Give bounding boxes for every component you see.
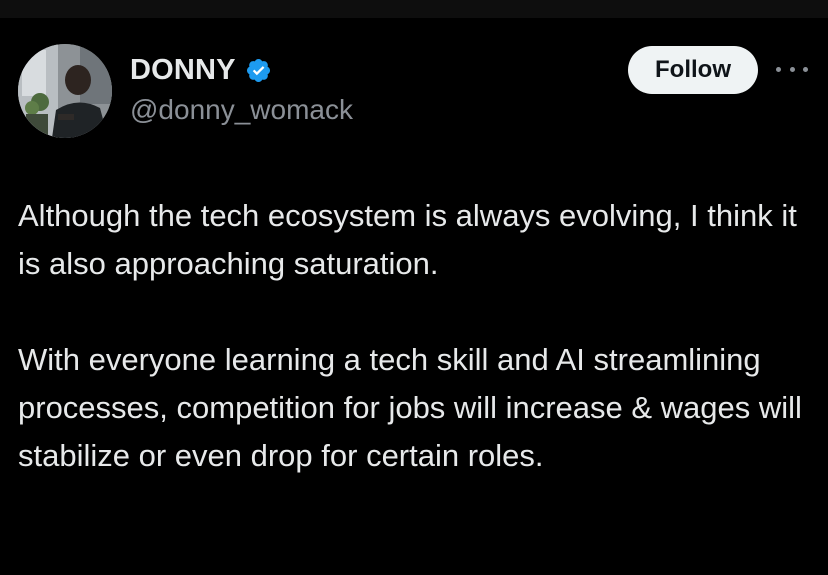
follow-button[interactable]: Follow <box>628 46 758 94</box>
tweet-paragraph: Although the tech ecosystem is always ev… <box>18 198 797 281</box>
more-options-icon[interactable] <box>776 61 808 77</box>
author-handle[interactable]: @donny_womack <box>130 94 353 126</box>
tweet-header: DONNY @donny_womack Follow <box>0 0 828 150</box>
tweet-paragraph: With everyone learning a tech skill and … <box>18 342 802 473</box>
author-display-name[interactable]: DONNY <box>130 54 236 87</box>
avatar-photo <box>18 44 112 138</box>
verified-badge-icon <box>245 57 272 84</box>
more-dot <box>776 66 781 72</box>
tweet-text: Although the tech ecosystem is always ev… <box>18 192 818 480</box>
more-dot <box>803 66 808 72</box>
more-dot <box>789 66 795 72</box>
author-name-row: DONNY <box>130 52 272 88</box>
avatar[interactable] <box>18 44 112 138</box>
